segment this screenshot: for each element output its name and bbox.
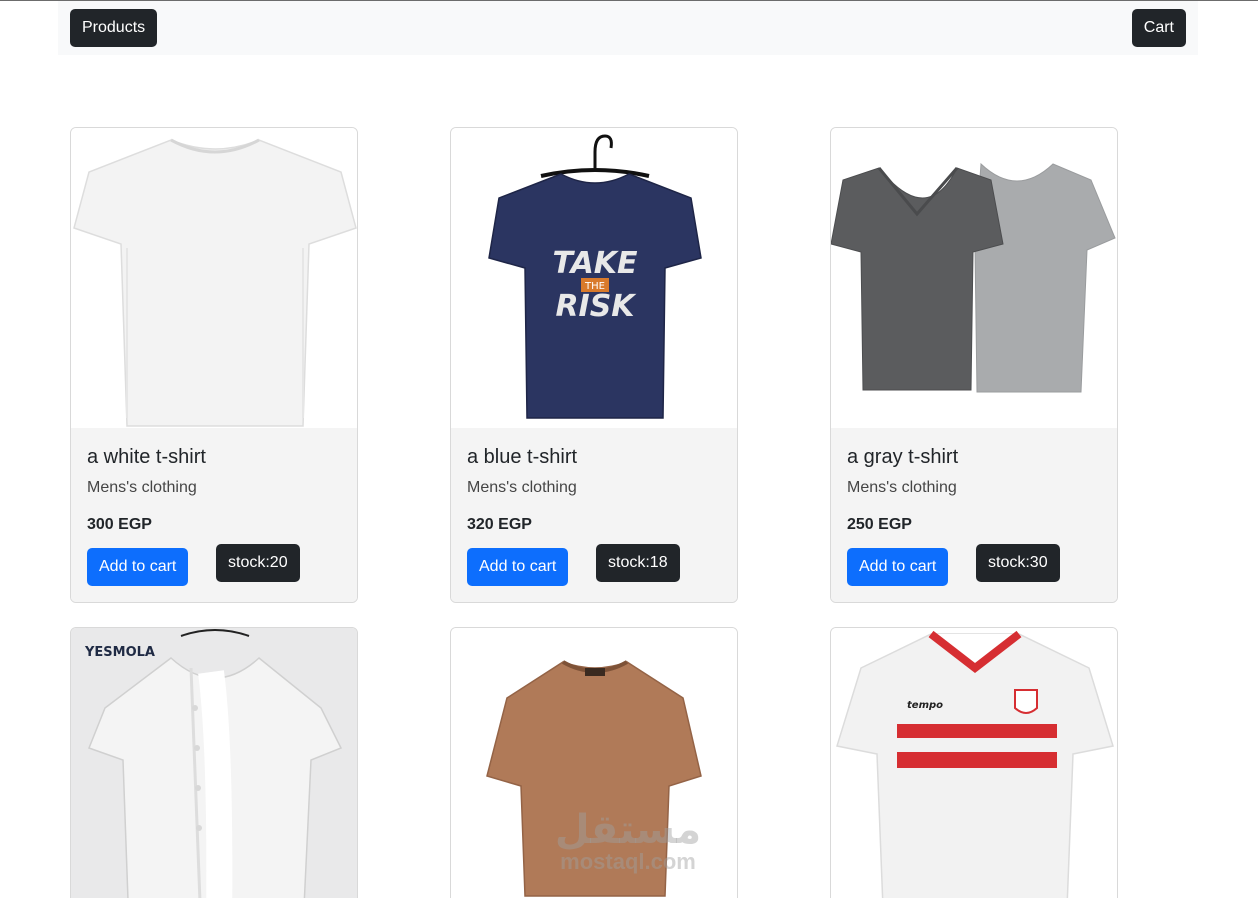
product-card: a gray t-shirt Mens's clothing 250 EGP A… xyxy=(830,127,1118,603)
product-price: 320 EGP xyxy=(467,516,532,533)
product-category: Mens's clothing xyxy=(847,479,957,496)
product-title: a white t-shirt xyxy=(87,446,206,468)
stock-badge: stock:18 xyxy=(596,544,680,582)
product-image: tempo xyxy=(831,628,1117,898)
product-title: a gray t-shirt xyxy=(847,446,959,468)
product-image: YESMOLA xyxy=(71,628,357,898)
stock-badge: stock:30 xyxy=(976,544,1060,582)
product-card: a white t-shirt Mens's clothing 300 EGP … xyxy=(70,127,358,603)
navbar: Products Cart xyxy=(58,1,1198,55)
product-category: Mens's clothing xyxy=(467,479,577,496)
stock-badge: stock:20 xyxy=(216,544,300,582)
product-category: Mens's clothing xyxy=(87,479,197,496)
product-card: YESMOLA xyxy=(70,627,358,898)
brown-tshirt-icon xyxy=(486,660,702,897)
jersey-brand-text: tempo xyxy=(907,700,943,711)
add-to-cart-button[interactable]: Add to cart xyxy=(847,548,949,586)
product-title: a blue t-shirt xyxy=(467,446,578,468)
product-card-body: a white t-shirt Mens's clothing 300 EGP … xyxy=(71,428,357,602)
print-take: TAKE xyxy=(552,246,638,281)
print-risk: RISK xyxy=(555,289,637,324)
shirt-brand-text: YESMOLA xyxy=(84,645,155,660)
product-price: 250 EGP xyxy=(847,516,912,533)
product-card-body: a blue t-shirt Mens's clothing 320 EGP A… xyxy=(451,428,737,602)
add-to-cart-button[interactable]: Add to cart xyxy=(467,548,569,586)
gray-tshirts-icon xyxy=(831,162,1116,393)
product-card-body: a gray t-shirt Mens's clothing 250 EGP A… xyxy=(831,428,1117,602)
product-image xyxy=(71,128,357,428)
product-image xyxy=(831,128,1117,428)
linen-shirt-icon: YESMOLA xyxy=(84,629,343,898)
add-to-cart-button[interactable]: Add to cart xyxy=(87,548,189,586)
product-card xyxy=(450,627,738,898)
football-jersey-icon: tempo xyxy=(836,630,1114,898)
product-image: TAKE THE RISK xyxy=(451,128,737,428)
navy-tshirt-icon: TAKE THE RISK xyxy=(488,134,702,419)
product-card: tempo xyxy=(830,627,1118,898)
cart-nav-button[interactable]: Cart xyxy=(1131,9,1186,47)
product-image xyxy=(451,628,737,898)
products-nav-button[interactable]: Products xyxy=(70,9,158,47)
product-card: TAKE THE RISK a blue t-shirt Mens's clot… xyxy=(450,127,738,603)
white-tshirt-icon xyxy=(73,138,357,427)
product-price: 300 EGP xyxy=(87,516,152,533)
